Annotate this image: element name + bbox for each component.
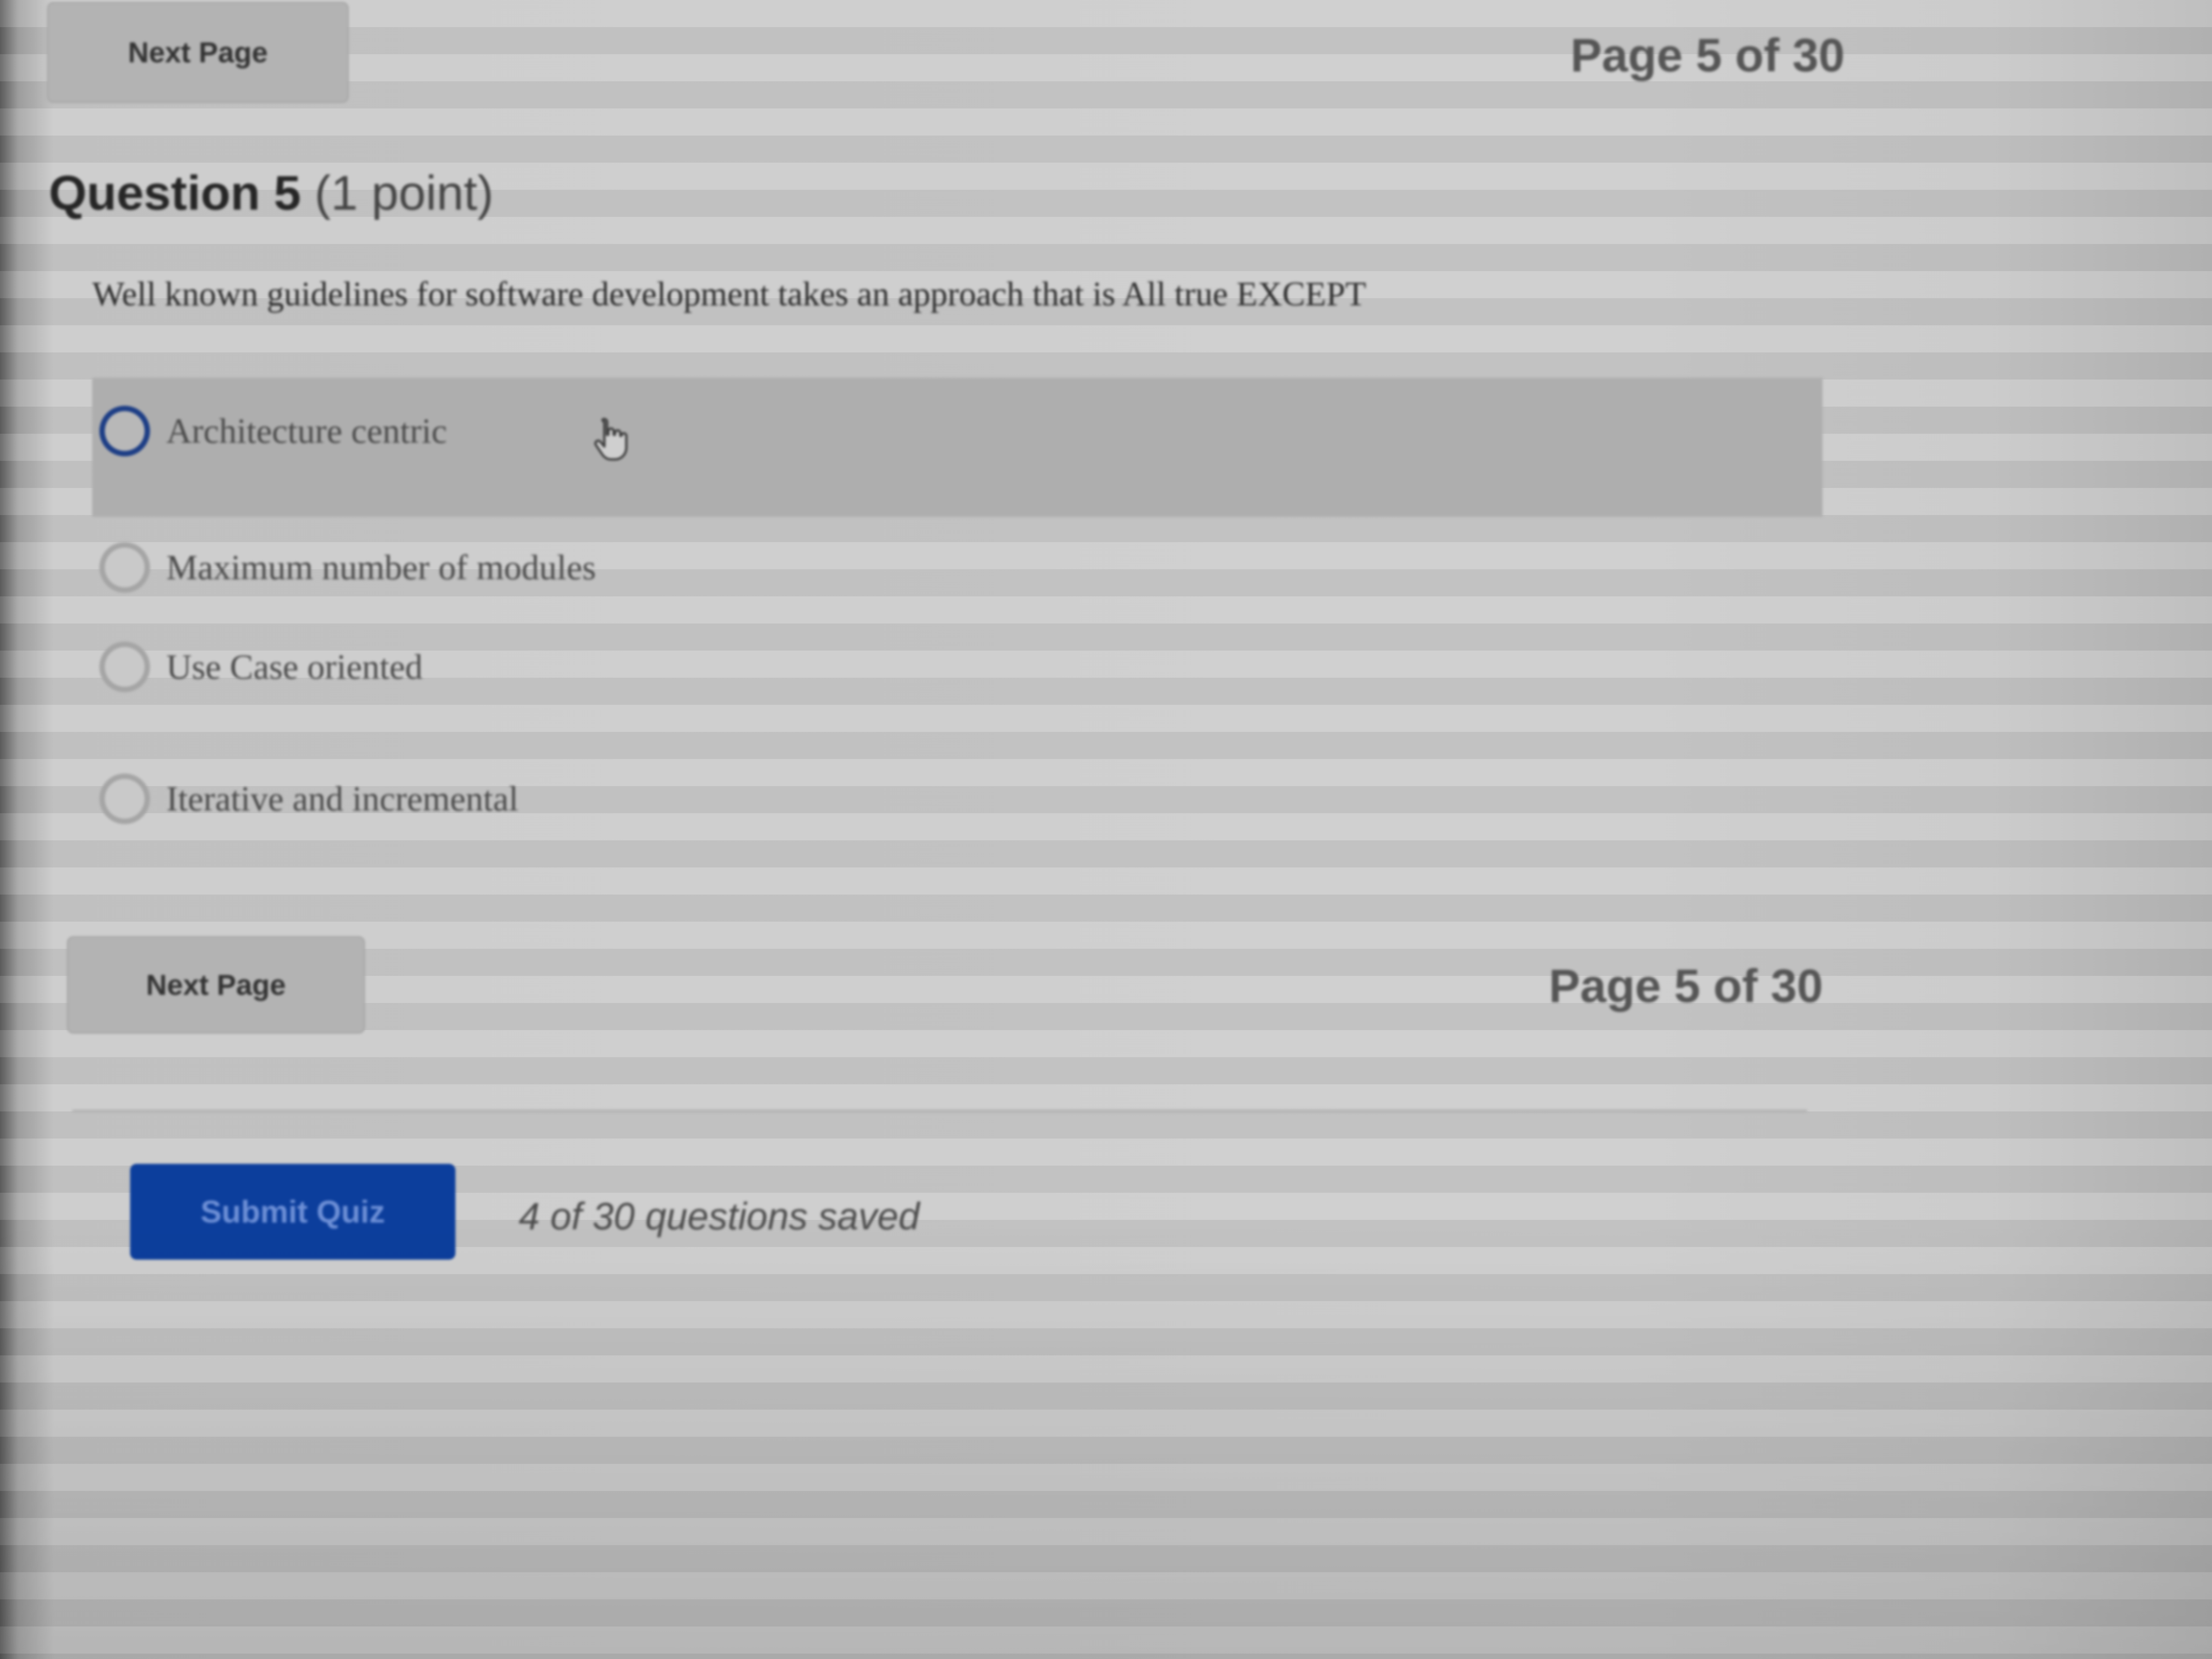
question-title: Question 5 (1 point)	[49, 164, 493, 221]
quiz-page: Next Page Page 5 of 30 Question 5 (1 poi…	[0, 0, 2212, 1659]
option-maximum-modules[interactable]: Maximum number of modules	[92, 531, 1823, 604]
divider	[72, 1110, 1807, 1112]
question-number: Question 5	[49, 165, 301, 220]
question-points: (1 point)	[314, 165, 494, 220]
option-label: Iterative and incremental	[166, 779, 519, 818]
next-page-label: Next Page	[146, 969, 286, 1001]
option-iterative-incremental[interactable]: Iterative and incremental	[92, 763, 1823, 835]
page-indicator-top: Page 5 of 30	[1570, 29, 1845, 82]
saved-status: 4 of 30 questions saved	[519, 1195, 920, 1237]
next-page-button-bottom[interactable]: Next Page	[67, 936, 365, 1034]
submit-quiz-label: Submit Quiz	[200, 1194, 385, 1229]
option-label: Architecture centric	[166, 411, 447, 450]
radio-button[interactable]	[99, 542, 150, 593]
next-page-button-top[interactable]: Next Page	[47, 2, 349, 103]
radio-button[interactable]	[99, 773, 150, 824]
option-use-case-oriented[interactable]: Use Case oriented	[92, 631, 1823, 703]
option-label: Maximum number of modules	[166, 548, 596, 587]
next-page-label: Next Page	[128, 36, 268, 69]
question-text: Well known guidelines for software devel…	[92, 275, 1366, 313]
radio-button[interactable]	[99, 642, 150, 692]
radio-button[interactable]	[99, 406, 150, 456]
hand-pointer-icon	[594, 417, 628, 461]
submit-quiz-button[interactable]: Submit Quiz	[130, 1164, 455, 1260]
option-architecture-centric[interactable]: Architecture centric	[92, 378, 1823, 517]
quiz-content: Next Page Page 5 of 30 Question 5 (1 poi…	[0, 0, 2212, 1659]
page-indicator-bottom: Page 5 of 30	[1549, 960, 1823, 1012]
option-label: Use Case oriented	[166, 647, 423, 686]
